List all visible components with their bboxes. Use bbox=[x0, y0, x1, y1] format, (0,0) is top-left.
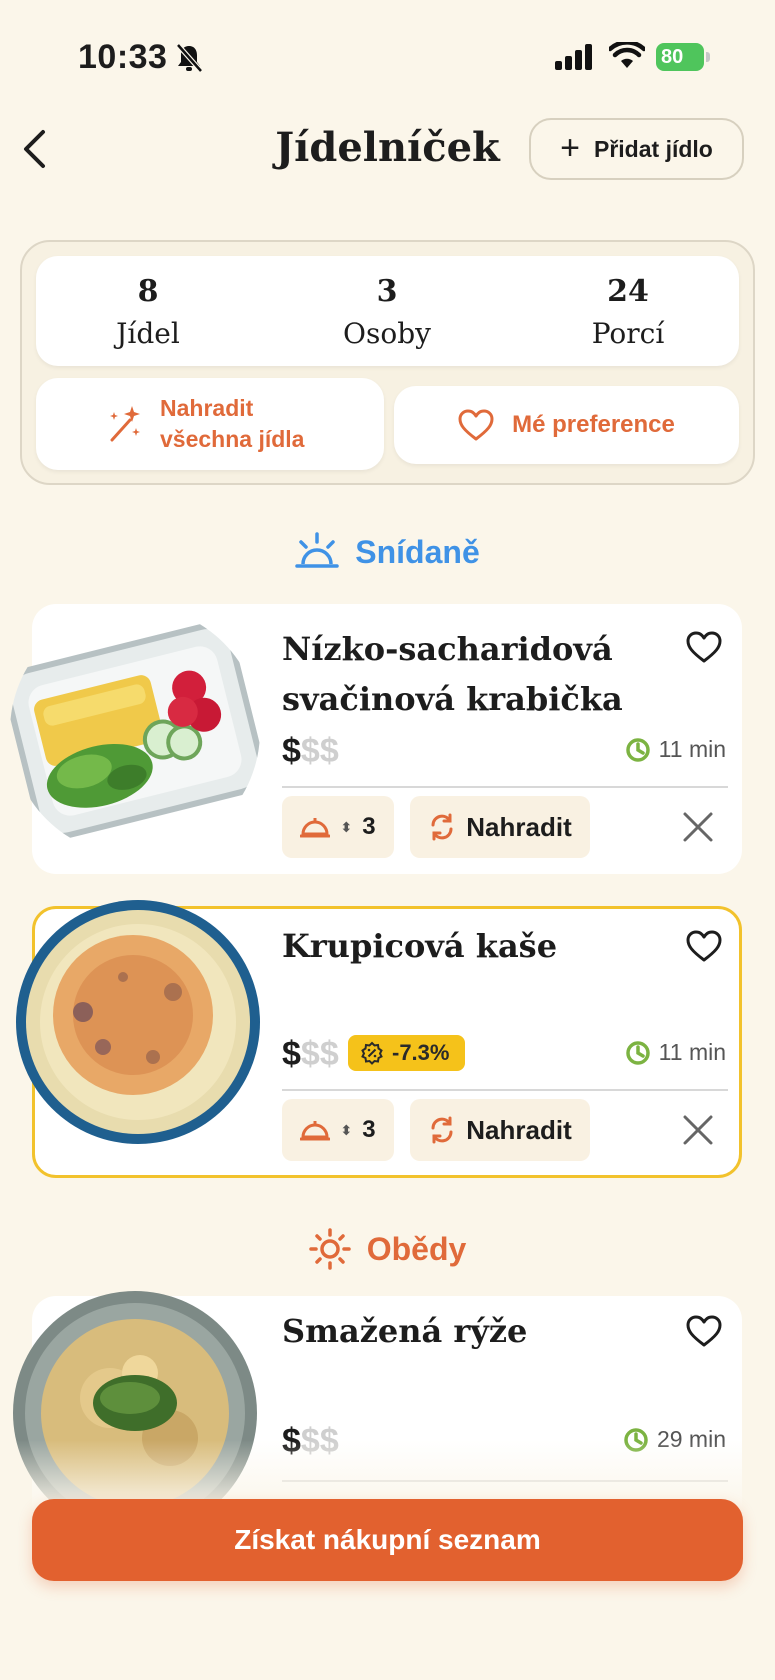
stat-meals-value: 8 bbox=[137, 274, 159, 309]
clock-icon bbox=[625, 737, 650, 762]
price-inactive: $$ bbox=[300, 732, 339, 770]
favorite-heart-icon[interactable] bbox=[686, 630, 722, 664]
sort-arrows-icon: ⬍ bbox=[340, 818, 353, 835]
meal-title-line1: Nízko-sacharidová bbox=[282, 630, 613, 668]
porridge-image bbox=[16, 900, 260, 1144]
meal-photo bbox=[10, 606, 260, 856]
stat-persons-value: 3 bbox=[376, 274, 398, 309]
servings-count: 3 bbox=[362, 1116, 376, 1143]
close-icon[interactable] bbox=[680, 809, 716, 845]
bell-slash-icon bbox=[176, 43, 203, 73]
replace-all-label-line2: všechna jídla bbox=[160, 426, 305, 452]
servings-stepper[interactable]: ⬍ 3 bbox=[282, 1099, 394, 1161]
replace-meal-label: Nahradit bbox=[466, 811, 572, 842]
replace-meal-label: Nahradit bbox=[466, 1114, 572, 1145]
servings-stepper[interactable]: ⬍ 3 bbox=[282, 796, 394, 858]
magic-wand-icon bbox=[110, 406, 140, 442]
replace-meal-button[interactable]: Nahradit bbox=[410, 796, 590, 858]
favorite-heart-icon[interactable] bbox=[686, 929, 722, 963]
prep-time: 11 min bbox=[625, 1039, 726, 1066]
meal-photo bbox=[13, 897, 263, 1147]
replace-all-button[interactable]: Nahradit všechna jídla bbox=[36, 378, 384, 470]
shopping-list-button[interactable]: Získat nákupní seznam bbox=[32, 1499, 743, 1581]
wifi-icon bbox=[609, 42, 645, 68]
meal-card-highlighted[interactable]: Krupicová kaše $$$ -7.3% 11 min ⬍ 3 Nahr… bbox=[16, 900, 742, 1178]
add-meal-label: Přidat jídlo bbox=[594, 135, 713, 162]
stat-meals-label: Jídel bbox=[116, 317, 180, 350]
stats-card: 8 Jídel 3 Osoby 24 Porcí bbox=[36, 256, 739, 366]
status-bar: 10:33 80 bbox=[0, 0, 775, 100]
prep-time-label: 11 min bbox=[658, 736, 726, 762]
serving-dish-icon bbox=[300, 1121, 331, 1141]
stat-portions-label: Porcí bbox=[591, 317, 665, 350]
stat-persons-label: Osoby bbox=[343, 317, 431, 350]
stat-portions-value: 24 bbox=[607, 274, 649, 309]
section-heading-lunch: Obědy bbox=[0, 1228, 775, 1270]
discount-tag-icon bbox=[361, 1041, 383, 1065]
summary-panel: 8 Jídel 3 Osoby 24 Porcí Nahradit všechn… bbox=[20, 240, 755, 485]
servings-count: 3 bbox=[362, 813, 376, 840]
serving-dish-icon bbox=[300, 818, 331, 838]
replace-all-label: Nahradit všechna jídla bbox=[160, 393, 304, 455]
prep-time: 11 min bbox=[625, 736, 726, 763]
discount-value: -7.3% bbox=[392, 1040, 450, 1065]
close-icon[interactable] bbox=[680, 1112, 716, 1148]
status-time: 10:33 bbox=[78, 38, 168, 76]
add-meal-button[interactable]: + Přidat jídlo bbox=[529, 118, 744, 180]
clock-icon bbox=[625, 1040, 650, 1065]
favorite-heart-icon[interactable] bbox=[686, 1314, 722, 1348]
price-inactive: $$ bbox=[300, 1035, 339, 1073]
battery-icon: 80 bbox=[656, 43, 710, 71]
meal-title: Smažená rýže bbox=[282, 1312, 528, 1350]
preferences-button[interactable]: Mé preference bbox=[394, 386, 739, 464]
price-active: $ bbox=[282, 1035, 301, 1073]
discount-badge: -7.3% bbox=[348, 1035, 466, 1071]
price-level: $$$ bbox=[282, 1035, 339, 1074]
meal-title-line2: svačinová krabička bbox=[282, 680, 623, 718]
meal-title: Nízko-sacharidová svačinová krabička bbox=[282, 624, 662, 724]
battery-tip bbox=[706, 52, 710, 62]
sunrise-icon bbox=[295, 532, 340, 568]
sort-arrows-icon: ⬍ bbox=[340, 1121, 353, 1138]
signal-icon bbox=[555, 44, 592, 70]
refresh-icon bbox=[431, 1116, 453, 1144]
plus-icon: + bbox=[560, 128, 580, 167]
stat-meals: 8 Jídel bbox=[48, 256, 248, 350]
lunchbox-image bbox=[10, 623, 260, 839]
price-active: $ bbox=[282, 732, 301, 770]
divider bbox=[282, 1089, 728, 1091]
meal-card[interactable]: Nízko-sacharidová svačinová krabička $$$… bbox=[10, 604, 742, 874]
replace-all-label-line1: Nahradit bbox=[160, 395, 254, 421]
sun-icon bbox=[308, 1228, 351, 1270]
price-level: $$$ bbox=[282, 732, 339, 771]
preferences-label: Mé preference bbox=[512, 411, 675, 438]
prep-time-label: 11 min bbox=[658, 1039, 726, 1065]
replace-meal-button[interactable]: Nahradit bbox=[410, 1099, 590, 1161]
refresh-icon bbox=[431, 813, 453, 841]
divider bbox=[282, 786, 728, 788]
section-lunch-label: Obědy bbox=[366, 1230, 467, 1267]
heart-icon bbox=[458, 409, 494, 441]
meal-title: Krupicová kaše bbox=[282, 927, 558, 965]
battery-level: 80 bbox=[656, 43, 704, 71]
section-breakfast-label: Snídaně bbox=[355, 533, 480, 570]
stat-portions: 24 Porcí bbox=[528, 256, 728, 350]
stat-persons: 3 Osoby bbox=[287, 256, 487, 350]
section-heading-breakfast: Snídaně bbox=[0, 532, 775, 572]
